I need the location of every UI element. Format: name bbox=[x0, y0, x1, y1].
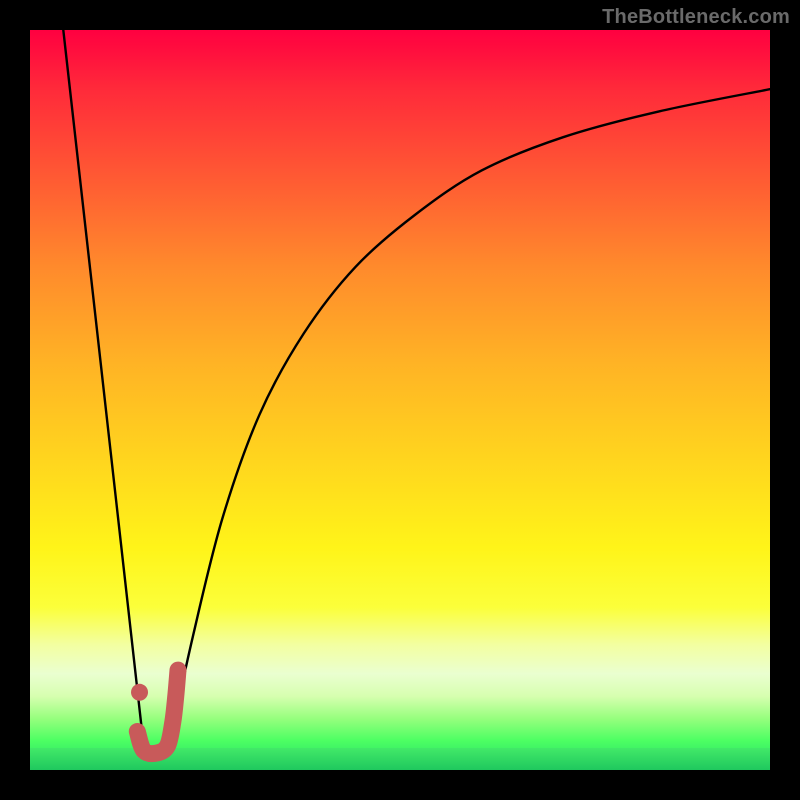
curve-right-branch bbox=[167, 89, 770, 755]
curve-layer bbox=[30, 30, 770, 770]
watermark-text: TheBottleneck.com bbox=[602, 6, 790, 29]
chart-frame: TheBottleneck.com bbox=[0, 0, 800, 800]
marker-dot bbox=[131, 684, 148, 701]
plot-area bbox=[30, 30, 770, 770]
curve-left-branch bbox=[63, 30, 144, 755]
marker-j-shape bbox=[137, 670, 178, 754]
